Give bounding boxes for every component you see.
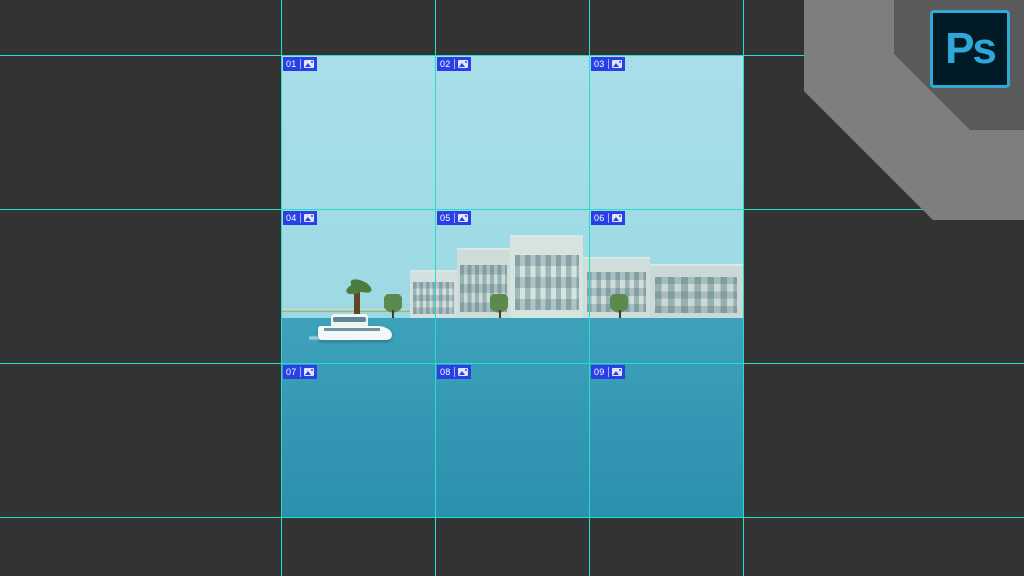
divider bbox=[300, 213, 301, 223]
slice-badge[interactable]: 06 bbox=[591, 211, 625, 225]
document-canvas[interactable] bbox=[281, 55, 743, 517]
guide-vertical[interactable] bbox=[743, 0, 744, 576]
slice-number: 08 bbox=[440, 365, 451, 379]
tree-icon bbox=[610, 294, 628, 318]
divider bbox=[300, 367, 301, 377]
divider bbox=[608, 59, 609, 69]
building bbox=[510, 235, 583, 318]
slice-badge[interactable]: 05 bbox=[437, 211, 471, 225]
image-slice-icon bbox=[304, 60, 314, 68]
photoshop-logo-icon: Ps bbox=[930, 10, 1010, 88]
divider bbox=[608, 213, 609, 223]
image-slice-icon bbox=[458, 368, 468, 376]
divider bbox=[454, 367, 455, 377]
divider bbox=[454, 59, 455, 69]
image-slice-icon bbox=[304, 214, 314, 222]
photo-boat bbox=[318, 314, 392, 340]
guide-horizontal[interactable] bbox=[0, 517, 1024, 518]
slice-number: 05 bbox=[440, 211, 451, 225]
slice-number: 06 bbox=[594, 211, 605, 225]
boat-hull bbox=[318, 326, 392, 340]
image-slice-icon bbox=[458, 214, 468, 222]
divider bbox=[454, 213, 455, 223]
image-slice-icon bbox=[612, 214, 622, 222]
slice-badge[interactable]: 01 bbox=[283, 57, 317, 71]
building bbox=[410, 270, 457, 318]
slice-number: 02 bbox=[440, 57, 451, 71]
slice-badge[interactable]: 07 bbox=[283, 365, 317, 379]
tree-icon bbox=[490, 294, 508, 318]
slice-badge[interactable]: 03 bbox=[591, 57, 625, 71]
image-slice-icon bbox=[612, 368, 622, 376]
divider bbox=[300, 59, 301, 69]
photo-water bbox=[281, 318, 743, 517]
slice-badge[interactable]: 08 bbox=[437, 365, 471, 379]
slice-number: 09 bbox=[594, 365, 605, 379]
slice-number: 07 bbox=[286, 365, 297, 379]
photoshop-logo-text: Ps bbox=[945, 24, 995, 74]
divider bbox=[608, 367, 609, 377]
photo-buildings bbox=[410, 231, 743, 319]
slice-badge[interactable]: 09 bbox=[591, 365, 625, 379]
slice-number: 01 bbox=[286, 57, 297, 71]
slice-badge[interactable]: 04 bbox=[283, 211, 317, 225]
slice-badge[interactable]: 02 bbox=[437, 57, 471, 71]
building bbox=[650, 264, 743, 318]
slice-number: 04 bbox=[286, 211, 297, 225]
slice-number: 03 bbox=[594, 57, 605, 71]
image-slice-icon bbox=[612, 60, 622, 68]
image-slice-icon bbox=[458, 60, 468, 68]
image-slice-icon bbox=[304, 368, 314, 376]
